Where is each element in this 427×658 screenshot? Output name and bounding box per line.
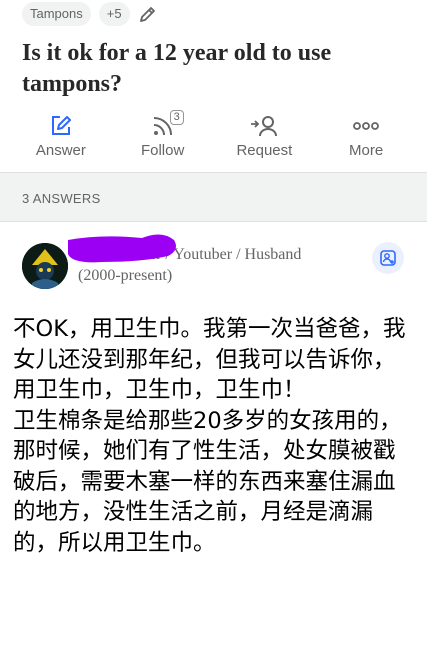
answer-body: 不OK，用卫生巾。我第一次当爸爸，我女儿还没到那年纪，但我可以告诉你，用卫生巾，… (13, 314, 415, 558)
add-user-icon (380, 250, 396, 266)
follow-label: Follow (140, 142, 185, 159)
answers-count-header: 3 ANSWERS (0, 172, 427, 222)
answer-label: Answer (35, 142, 86, 159)
answer-button[interactable]: Answer (16, 112, 106, 170)
rss-icon: 3 (150, 110, 184, 140)
more-topics-tag[interactable]: +5 (98, 2, 130, 26)
answer-author: Truck Driver / Youtuber / Husband (2000-… (22, 234, 412, 310)
pencil-icon[interactable] (138, 4, 158, 24)
redaction-mark (68, 234, 176, 263)
request-label: Request (236, 142, 293, 159)
answers-count-label: 3 ANSWERS (22, 191, 101, 206)
answer-paragraph: 卫生棉条是给那些20多岁的女孩用的，那时候，她们有了性生活，处女膜被戳破后，需要… (13, 407, 402, 556)
request-button[interactable]: Request (219, 112, 309, 170)
more-dots-icon (351, 112, 381, 140)
more-label: More (349, 142, 384, 159)
follow-button[interactable]: 3 Follow (118, 110, 208, 170)
edit-square-icon (48, 112, 74, 140)
topic-tag[interactable]: Tampons (22, 2, 91, 26)
answer-paragraph: 不OK，用卫生巾。我第一次当爸爸，我女儿还没到那年纪，但我可以告诉你，用卫生巾，… (13, 316, 406, 403)
request-user-icon (249, 112, 279, 140)
question-title[interactable]: Is it ok for a 12 year old to use tampon… (22, 38, 402, 100)
question-action-bar: Answer 3 Follow Request More (0, 110, 427, 170)
follow-author-button[interactable] (372, 242, 404, 274)
topic-bar: Tampons +5 (22, 2, 158, 26)
more-button[interactable]: More (321, 112, 411, 170)
follow-count-badge: 3 (169, 110, 184, 125)
